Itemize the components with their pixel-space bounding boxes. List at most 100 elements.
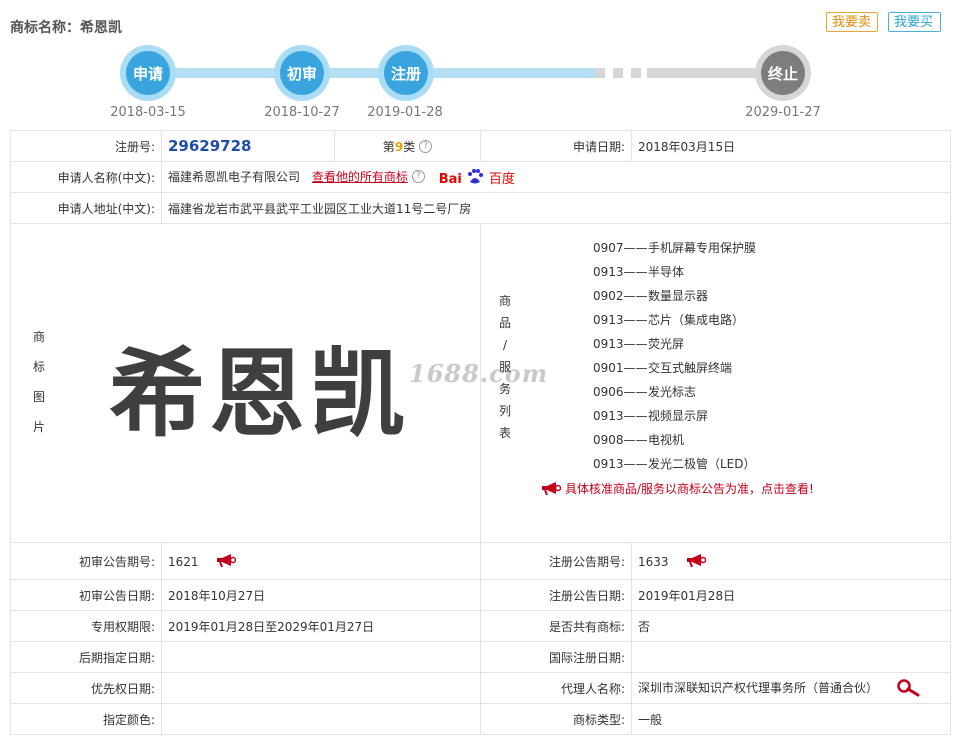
stage-end-node: 终止 <box>755 45 811 101</box>
table-row: 专用权期限: 2019年01月28日至2029年01月27日 是否共有商标: 否 <box>10 610 951 642</box>
stage-end-date: 2029-01-27 <box>745 105 821 120</box>
vertical-char: 标 <box>33 360 46 374</box>
goods-services-cell: 1688.com 商 品 / 服 务 列 表 0907——手机屏幕专用保护膜 0… <box>409 223 951 543</box>
agent-label: 代理人名称: <box>480 672 632 704</box>
stage-prelim-label: 初审 <box>280 51 324 95</box>
help-icon[interactable]: ? <box>419 139 433 153</box>
vertical-char: 商 <box>33 330 46 344</box>
trademark-image-label: 商 标 图 片 <box>33 322 45 442</box>
goods-code: 0906—— <box>593 385 648 399</box>
agent-value: 深圳市深联知识产权代理事务所（普通合伙） <box>638 681 879 695</box>
baidu-logo-latin: Bai <box>438 171 462 187</box>
stage-prelim-node: 初审 <box>274 45 330 101</box>
stage-register-node: 注册 <box>378 45 434 101</box>
megaphone-icon[interactable] <box>686 553 707 568</box>
vertical-char: 务 <box>499 382 512 396</box>
stage-apply-node: 申请 <box>120 45 176 101</box>
vertical-char: 列 <box>499 404 512 418</box>
watermark-1688: 1688.com <box>409 359 549 388</box>
goods-list: 0907——手机屏幕专用保护膜 0913——半导体 0902——数量显示器 09… <box>593 236 756 476</box>
applicant-label: 申请人名称(中文): <box>10 161 162 193</box>
megaphone-icon[interactable] <box>216 553 237 568</box>
stage-register-date: 2019-01-28 <box>367 105 443 120</box>
vertical-char: 服 <box>499 360 512 374</box>
goods-code: 0913—— <box>593 337 648 351</box>
all-trademarks-link[interactable]: 查看他的所有商标 <box>312 170 408 184</box>
prelim-date-value: 2018年10月27日 <box>161 579 481 611</box>
goods-name: 发光标志 <box>648 385 697 399</box>
list-item: 0913——半导体 <box>593 260 756 284</box>
mark-type-value: 一般 <box>631 703 951 735</box>
buy-button[interactable]: 我要买 <box>888 12 941 32</box>
color-label: 指定颜色: <box>10 703 162 735</box>
prelim-no-label: 初审公告期号: <box>10 542 162 580</box>
table-row: 优先权日期: 代理人名称: 深圳市深联知识产权代理事务所（普通合伙） <box>10 672 951 704</box>
applicant-cell: 福建希恩凯电子有限公司 查看他的所有商标? Bai 百度 <box>161 161 951 193</box>
prelim-no-cell: 1621 <box>161 542 481 580</box>
table-row: 申请人名称(中文): 福建希恩凯电子有限公司 查看他的所有商标? Bai 百度 <box>10 161 951 193</box>
list-item: 0907——手机屏幕专用保护膜 <box>593 236 756 260</box>
table-row: 指定颜色: 商标类型: 一般 <box>10 703 951 735</box>
goods-name: 荧光屏 <box>648 337 685 351</box>
list-item: 0913——荧光屏 <box>593 332 756 356</box>
reg-no-label: 注册号: <box>10 130 162 162</box>
table-row: 初审公告期号: 1621 注册公告期号: 1633 <box>10 542 951 580</box>
baidu-paw-icon <box>468 168 484 183</box>
stage-register-label: 注册 <box>384 51 428 95</box>
reg-notice-date-value: 2019年01月28日 <box>631 579 951 611</box>
later-designation-label: 后期指定日期: <box>10 641 162 673</box>
goods-notice-text: 具体核准商品/服务以商标公告为准，点击查看! <box>565 482 814 496</box>
table-row: 注册号: 29629728 第9类? 申请日期: 2018年03月15日 <box>10 130 951 162</box>
agent-cell: 深圳市深联知识产权代理事务所（普通合伙） <box>631 672 951 704</box>
goods-name: 电视机 <box>648 433 685 447</box>
reg-notice-no-value: 1633 <box>638 554 669 569</box>
vertical-char: 品 <box>499 316 512 330</box>
goods-code: 0908—— <box>593 433 648 447</box>
goods-code: 0913—— <box>593 457 648 471</box>
goods-code: 0913—— <box>593 409 648 423</box>
exclusive-period-value: 2019年01月28日至2029年01月27日 <box>161 610 481 642</box>
intl-reg-date-value <box>631 641 951 673</box>
later-designation-value <box>161 641 481 673</box>
mark-type-label: 商标类型: <box>480 703 632 735</box>
class-prefix: 第 <box>382 139 395 154</box>
applicant-value: 福建希恩凯电子有限公司 <box>168 169 301 184</box>
reg-notice-date-label: 注册公告日期: <box>480 579 632 611</box>
goods-name: 手机屏幕专用保护膜 <box>648 241 757 255</box>
priority-date-value <box>161 672 481 704</box>
address-label: 申请人地址(中文): <box>10 192 162 224</box>
stage-apply-label: 申请 <box>126 51 170 95</box>
vertical-char: 片 <box>33 420 46 434</box>
list-item: 0913——发光二极管（LED） <box>593 452 756 476</box>
help-icon[interactable]: ? <box>411 169 425 183</box>
reg-notice-no-cell: 1633 <box>631 542 951 580</box>
goods-name: 交互式触屏终端 <box>648 361 733 375</box>
prelim-date-label: 初审公告日期: <box>10 579 162 611</box>
table-row: 初审公告日期: 2018年10月27日 注册公告日期: 2019年01月28日 <box>10 579 951 611</box>
vertical-char: 图 <box>33 390 46 404</box>
trademark-name-title: 商标名称：希恩凯 <box>10 20 122 36</box>
goods-notice-link[interactable]: 具体核准商品/服务以商标公告为准，点击查看! <box>541 480 814 497</box>
timeline-line-active <box>150 68 595 78</box>
intl-reg-date-label: 国际注册日期: <box>480 641 632 673</box>
sell-button[interactable]: 我要卖 <box>826 12 878 32</box>
class-suffix: 类 <box>403 139 416 154</box>
address-value: 福建省龙岩市武平县武平工业园区工业大道11号二号厂房 <box>161 192 951 224</box>
goods-name: 发光二极管（LED） <box>648 457 756 471</box>
list-item: 0906——发光标志 <box>593 380 756 404</box>
baidu-search-logo[interactable]: Bai 百度 <box>439 168 515 187</box>
trademark-info-table: 注册号: 29629728 第9类? 申请日期: 2018年03月15日 申请人… <box>10 130 951 735</box>
table-row: 后期指定日期: 国际注册日期: <box>10 641 951 673</box>
goods-name: 半导体 <box>648 265 685 279</box>
class-cell: 第9类? <box>334 130 481 162</box>
apply-date-value: 2018年03月15日 <box>631 130 951 162</box>
apply-date-label: 申请日期: <box>480 130 632 162</box>
class-number: 9 <box>394 139 404 154</box>
goods-code: 0913—— <box>593 313 648 327</box>
vertical-char: / <box>502 338 508 352</box>
stage-prelim-date: 2018-10-27 <box>264 105 340 120</box>
list-item: 0901——交互式触屏终端 <box>593 356 756 380</box>
search-icon[interactable] <box>896 679 920 697</box>
goods-name: 芯片（集成电路） <box>648 313 745 327</box>
list-item: 0913——芯片（集成电路） <box>593 308 756 332</box>
